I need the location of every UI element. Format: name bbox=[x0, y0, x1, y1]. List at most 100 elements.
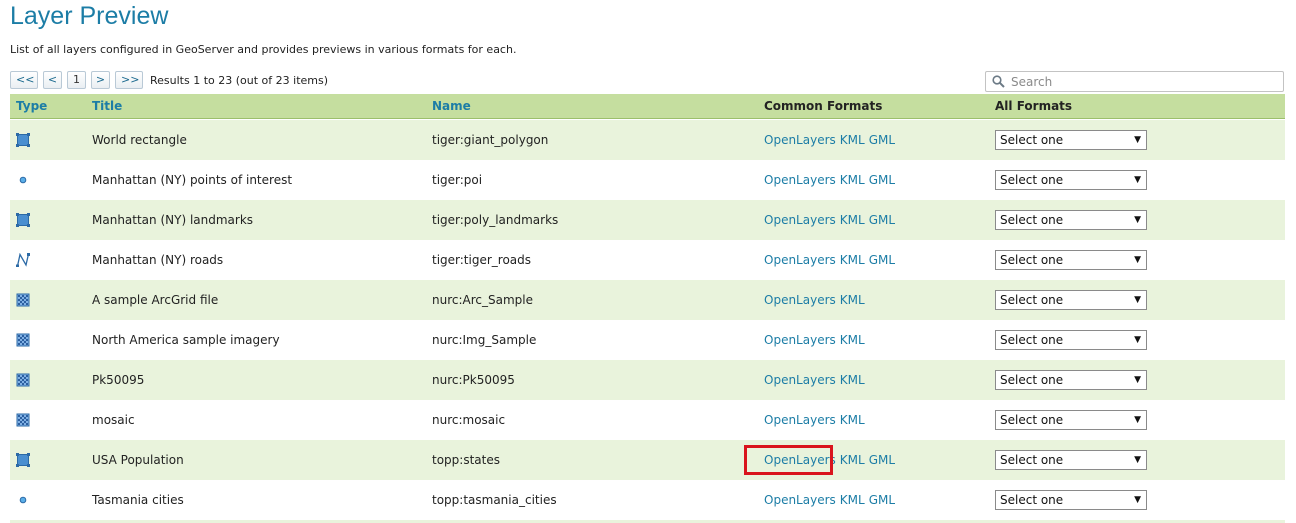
polygon-icon bbox=[16, 133, 30, 147]
common-formats: OpenLayers KML GML bbox=[764, 253, 895, 267]
format-link-kml[interactable]: KML bbox=[840, 493, 865, 507]
select-value: Select one bbox=[1000, 333, 1064, 347]
common-formats: OpenLayers KML bbox=[764, 333, 865, 347]
table-row: Manhattan (NY) roads tiger:tiger_roads Ope… bbox=[10, 240, 1285, 280]
search-box[interactable] bbox=[985, 71, 1284, 92]
format-link-gml[interactable]: GML bbox=[869, 173, 895, 187]
format-link-kml[interactable]: KML bbox=[840, 213, 865, 227]
next-page-button[interactable]: > bbox=[91, 71, 110, 89]
select-value: Select one bbox=[1000, 173, 1064, 187]
format-link-openlayers[interactable]: OpenLayers bbox=[764, 133, 836, 147]
layer-title: North America sample imagery bbox=[92, 333, 280, 347]
select-value: Select one bbox=[1000, 253, 1064, 267]
layer-name: tiger:poly_landmarks bbox=[432, 213, 559, 227]
pager: << < 1 > >> Results 1 to 23 (out of 23 i… bbox=[10, 71, 328, 89]
all-formats-select[interactable]: Select one ▼ bbox=[995, 290, 1147, 310]
current-page-button[interactable]: 1 bbox=[67, 71, 86, 89]
format-link-kml[interactable]: KML bbox=[840, 373, 865, 387]
prev-page-button[interactable]: < bbox=[43, 71, 62, 89]
common-formats: OpenLayers KML GML bbox=[764, 493, 895, 507]
layer-name: nurc:Arc_Sample bbox=[432, 293, 533, 307]
format-link-openlayers[interactable]: OpenLayers bbox=[764, 293, 836, 307]
select-value: Select one bbox=[1000, 373, 1064, 387]
dropdown-arrow-icon: ▼ bbox=[1134, 455, 1141, 465]
last-page-button[interactable]: >> bbox=[115, 71, 143, 89]
layer-title: USA Population bbox=[92, 453, 184, 467]
common-formats: OpenLayers KML bbox=[764, 373, 865, 387]
all-formats-select[interactable]: Select one ▼ bbox=[995, 170, 1147, 190]
layer-title: Tasmania cities bbox=[92, 493, 184, 507]
name-column-header[interactable]: Name bbox=[432, 99, 471, 113]
format-link-openlayers[interactable]: OpenLayers bbox=[764, 453, 836, 467]
table-row: Manhattan (NY) points of interest tiger:p… bbox=[10, 160, 1285, 200]
all-formats-select[interactable]: Select one ▼ bbox=[995, 450, 1147, 470]
type-column-header[interactable]: Type bbox=[16, 99, 47, 113]
all-formats-select[interactable]: Select one ▼ bbox=[995, 250, 1147, 270]
format-link-openlayers[interactable]: OpenLayers bbox=[764, 333, 836, 347]
format-link-kml[interactable]: KML bbox=[840, 453, 865, 467]
format-link-gml[interactable]: GML bbox=[869, 253, 895, 267]
format-link-openlayers[interactable]: OpenLayers bbox=[764, 493, 836, 507]
common-formats: OpenLayers KML GML bbox=[764, 133, 895, 147]
format-link-kml[interactable]: KML bbox=[840, 133, 865, 147]
title-column-header[interactable]: Title bbox=[92, 99, 122, 113]
format-link-gml[interactable]: GML bbox=[869, 493, 895, 507]
select-value: Select one bbox=[1000, 413, 1064, 427]
table-row: North America sample imagery nurc:Img_Sam… bbox=[10, 320, 1285, 360]
format-link-gml[interactable]: GML bbox=[869, 213, 895, 227]
dropdown-arrow-icon: ▼ bbox=[1134, 375, 1141, 385]
format-link-openlayers[interactable]: OpenLayers bbox=[764, 173, 836, 187]
format-link-kml[interactable]: KML bbox=[840, 413, 865, 427]
all-formats-select[interactable]: Select one ▼ bbox=[995, 210, 1147, 230]
dropdown-arrow-icon: ▼ bbox=[1134, 135, 1141, 145]
common-formats: OpenLayers KML GML bbox=[764, 173, 895, 187]
point-icon bbox=[16, 493, 30, 507]
format-link-openlayers[interactable]: OpenLayers bbox=[764, 373, 836, 387]
dropdown-arrow-icon: ▼ bbox=[1134, 335, 1141, 345]
format-link-kml[interactable]: KML bbox=[840, 333, 865, 347]
format-link-kml[interactable]: KML bbox=[840, 293, 865, 307]
dropdown-arrow-icon: ▼ bbox=[1134, 255, 1141, 265]
all-formats-select[interactable]: Select one ▼ bbox=[995, 330, 1147, 350]
format-link-kml[interactable]: KML bbox=[840, 253, 865, 267]
raster-icon bbox=[16, 293, 30, 307]
layer-title: Manhattan (NY) points of interest bbox=[92, 173, 293, 187]
polygon-icon bbox=[16, 213, 30, 227]
all-formats-select[interactable]: Select one ▼ bbox=[995, 490, 1147, 510]
format-link-openlayers[interactable]: OpenLayers bbox=[764, 213, 836, 227]
layer-title: Manhattan (NY) roads bbox=[92, 253, 224, 267]
all-formats-select[interactable]: Select one ▼ bbox=[995, 410, 1147, 430]
table-row: World rectangle tiger:giant_polygon OpenLa… bbox=[10, 120, 1285, 160]
all-formats-select[interactable]: Select one ▼ bbox=[995, 370, 1147, 390]
format-link-openlayers[interactable]: OpenLayers bbox=[764, 253, 836, 267]
layer-name: tiger:tiger_roads bbox=[432, 253, 532, 267]
search-input[interactable] bbox=[1011, 74, 1261, 89]
all-formats-select[interactable]: Select one ▼ bbox=[995, 130, 1147, 150]
format-link-kml[interactable]: KML bbox=[840, 173, 865, 187]
table-row: Tasmania cities topp:tasmania_cities OpenL… bbox=[10, 480, 1285, 520]
common-formats-header: Common Formats bbox=[764, 99, 883, 113]
layer-name: nurc:Img_Sample bbox=[432, 333, 537, 347]
format-link-openlayers[interactable]: OpenLayers bbox=[764, 413, 836, 427]
select-value: Select one bbox=[1000, 133, 1064, 147]
layer-name: tiger:giant_polygon bbox=[432, 133, 549, 147]
layers-table: World rectangle tiger:giant_polygon OpenLa… bbox=[10, 120, 1285, 520]
dropdown-arrow-icon: ▼ bbox=[1134, 415, 1141, 425]
select-value: Select one bbox=[1000, 453, 1064, 467]
format-link-gml[interactable]: GML bbox=[869, 133, 895, 147]
layer-name: tiger:poi bbox=[432, 173, 483, 187]
table-row: mosaic nurc:mosaic OpenLayers KML Select one… bbox=[10, 400, 1285, 440]
format-link-gml[interactable]: GML bbox=[869, 453, 895, 467]
select-value: Select one bbox=[1000, 293, 1064, 307]
common-formats: OpenLayers KML GML bbox=[764, 213, 895, 227]
layer-name: topp:tasmania_cities bbox=[432, 493, 557, 507]
results-count: Results 1 to 23 (out of 23 items) bbox=[150, 73, 329, 87]
layer-title: A sample ArcGrid file bbox=[92, 293, 219, 307]
table-row: USA Population topp:states OpenLayers KML GM… bbox=[10, 440, 1285, 480]
raster-icon bbox=[16, 413, 30, 427]
layer-name: topp:states bbox=[432, 453, 500, 467]
select-value: Select one bbox=[1000, 493, 1064, 507]
dropdown-arrow-icon: ▼ bbox=[1134, 175, 1141, 185]
layer-title: Pk50095 bbox=[92, 373, 145, 387]
first-page-button[interactable]: << bbox=[10, 71, 38, 89]
